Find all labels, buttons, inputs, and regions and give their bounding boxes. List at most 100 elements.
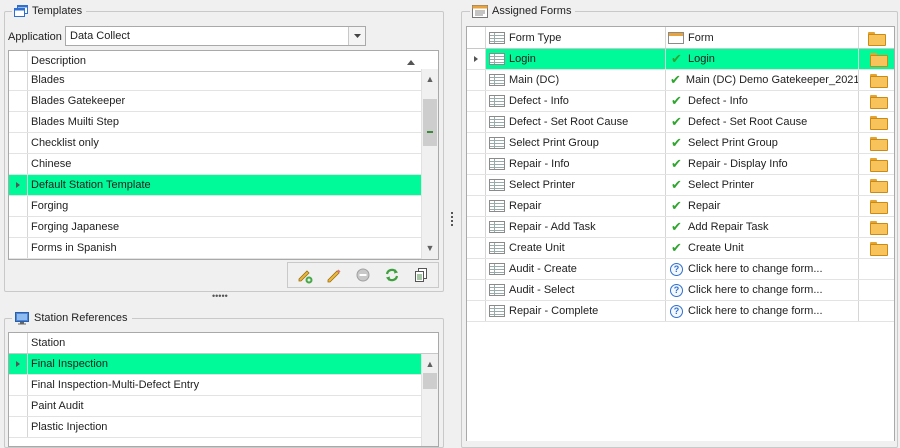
form-type-cell[interactable]: Audit - Select [486,280,665,300]
row-indicator[interactable] [467,154,486,174]
application-select[interactable]: Data Collect [65,26,366,46]
row-indicator[interactable] [9,238,28,258]
row-indicator[interactable] [9,133,28,153]
form-cell[interactable]: ✔ Select Printer [666,175,858,195]
rename-icon[interactable] [321,264,347,286]
form-cell[interactable]: ? Click here to change form... [666,259,858,279]
form-type-cell[interactable]: Defect - Set Root Cause [486,112,665,132]
open-form-button[interactable] [859,70,894,90]
list-item[interactable]: Default Station Template [9,175,421,196]
form-type-cell[interactable]: Create Unit [486,238,665,258]
list-item[interactable]: Final Inspection-Multi-Defect Entry [9,375,421,396]
list-item[interactable]: Paint Audit [9,396,421,417]
templates-scrollbar[interactable]: ▲ ▼ [421,69,438,259]
station-column-header[interactable]: Station [31,333,421,353]
table-row[interactable]: Select Print Group ✔ Select Print Group [467,133,894,154]
description-column-header[interactable]: Description [31,51,421,71]
table-row[interactable]: Defect - Set Root Cause ✔ Defect - Set Roo… [467,112,894,133]
scroll-down-icon[interactable]: ▼ [422,240,438,257]
vertical-splitter[interactable] [448,0,458,441]
form-cell[interactable]: ✔ Defect - Info [666,91,858,111]
scroll-up-icon[interactable]: ▲ [422,356,438,373]
form-cell[interactable]: ? Click here to change form... [666,301,858,321]
form-type-cell[interactable]: Select Print Group [486,133,665,153]
open-form-button[interactable] [859,217,894,237]
table-row[interactable]: Audit - Select? Click here to change form… [467,280,894,301]
row-indicator[interactable] [9,70,28,90]
row-indicator[interactable] [467,91,486,111]
table-row[interactable]: Defect - Info ✔ Defect - Info [467,91,894,112]
table-row[interactable]: Repair - Info ✔ Repair - Display Info [467,154,894,175]
row-indicator[interactable] [9,196,28,216]
list-item[interactable]: Blades [9,70,421,91]
list-item[interactable]: Forging Japanese [9,217,421,238]
form-cell[interactable]: ? Click here to change form... [666,280,858,300]
row-indicator[interactable] [9,375,28,395]
open-form-button[interactable] [859,112,894,132]
form-type-cell[interactable]: Repair - Add Task [486,217,665,237]
list-item[interactable]: Plastic Injection [9,417,421,438]
scrollbar-thumb[interactable] [423,99,437,146]
row-indicator[interactable] [9,217,28,237]
list-item[interactable]: Blades Gatekeeper [9,91,421,112]
open-form-button[interactable] [859,49,894,69]
row-indicator[interactable] [467,175,486,195]
open-form-button[interactable] [859,196,894,216]
row-indicator[interactable] [467,301,486,321]
row-indicator[interactable] [9,91,28,111]
form-cell[interactable]: ✔ Defect - Set Root Cause [666,112,858,132]
list-item[interactable]: Blades Muilti Step [9,112,421,133]
row-indicator[interactable] [467,70,486,90]
table-row[interactable]: Login ✔ Login [467,49,894,70]
list-item[interactable]: Final Inspection [9,354,421,375]
open-form-button[interactable] [859,238,894,258]
table-row[interactable]: Main (DC) ✔ Main (DC) Demo Gatekeeper_2021 [467,70,894,91]
table-row[interactable]: Repair - Complete? Click here to change f… [467,301,894,322]
row-indicator[interactable] [467,280,486,300]
form-cell[interactable]: ✔ Main (DC) Demo Gatekeeper_2021 [666,70,858,90]
row-indicator[interactable] [9,354,28,374]
form-type-cell[interactable]: Login [486,49,665,69]
open-form-button[interactable] [859,91,894,111]
row-indicator[interactable] [467,238,486,258]
station-scrollbar[interactable]: ▲ [421,354,438,446]
form-type-cell[interactable]: Audit - Create [486,259,665,279]
open-form-button[interactable] [859,175,894,195]
open-form-button[interactable] [859,259,894,279]
open-folder-header-button[interactable] [868,27,888,48]
form-cell[interactable]: ✔ Repair [666,196,858,216]
row-indicator[interactable] [467,196,486,216]
form-type-column-header[interactable]: Form Type [489,27,659,48]
list-item[interactable]: Chinese [9,154,421,175]
form-cell[interactable]: ✔ Login [666,49,858,69]
table-row[interactable]: Repair ✔ Repair [467,196,894,217]
form-cell[interactable]: ✔ Add Repair Task [666,217,858,237]
scrollbar-thumb[interactable] [423,373,437,389]
row-indicator[interactable] [9,175,28,195]
edit-icon[interactable] [292,264,318,286]
table-row[interactable]: Audit - Create? Click here to change form… [467,259,894,280]
horizontal-splitter[interactable]: ••••• [0,291,448,302]
table-row[interactable]: Select Printer ✔ Select Printer [467,175,894,196]
form-column-header[interactable]: Form [668,27,854,48]
list-item[interactable]: Forms in Spanish [9,238,421,259]
row-indicator[interactable] [467,49,486,69]
row-indicator[interactable] [9,417,28,437]
form-type-cell[interactable]: Repair - Info [486,154,665,174]
row-indicator[interactable] [467,259,486,279]
row-indicator[interactable] [467,217,486,237]
row-indicator[interactable] [9,396,28,416]
open-form-button[interactable] [859,280,894,300]
form-cell[interactable]: ✔ Select Print Group [666,133,858,153]
row-indicator[interactable] [9,112,28,132]
open-form-button[interactable] [859,154,894,174]
copy-icon[interactable] [408,264,434,286]
table-row[interactable]: Repair - Add Task ✔ Add Repair Task [467,217,894,238]
form-type-cell[interactable]: Defect - Info [486,91,665,111]
list-item[interactable]: Checklist only [9,133,421,154]
list-item[interactable]: Forging [9,196,421,217]
form-cell[interactable]: ✔ Repair - Display Info [666,154,858,174]
dropdown-button[interactable] [348,27,365,45]
form-type-cell[interactable]: Main (DC) [486,70,665,90]
form-type-cell[interactable]: Repair - Complete [486,301,665,321]
